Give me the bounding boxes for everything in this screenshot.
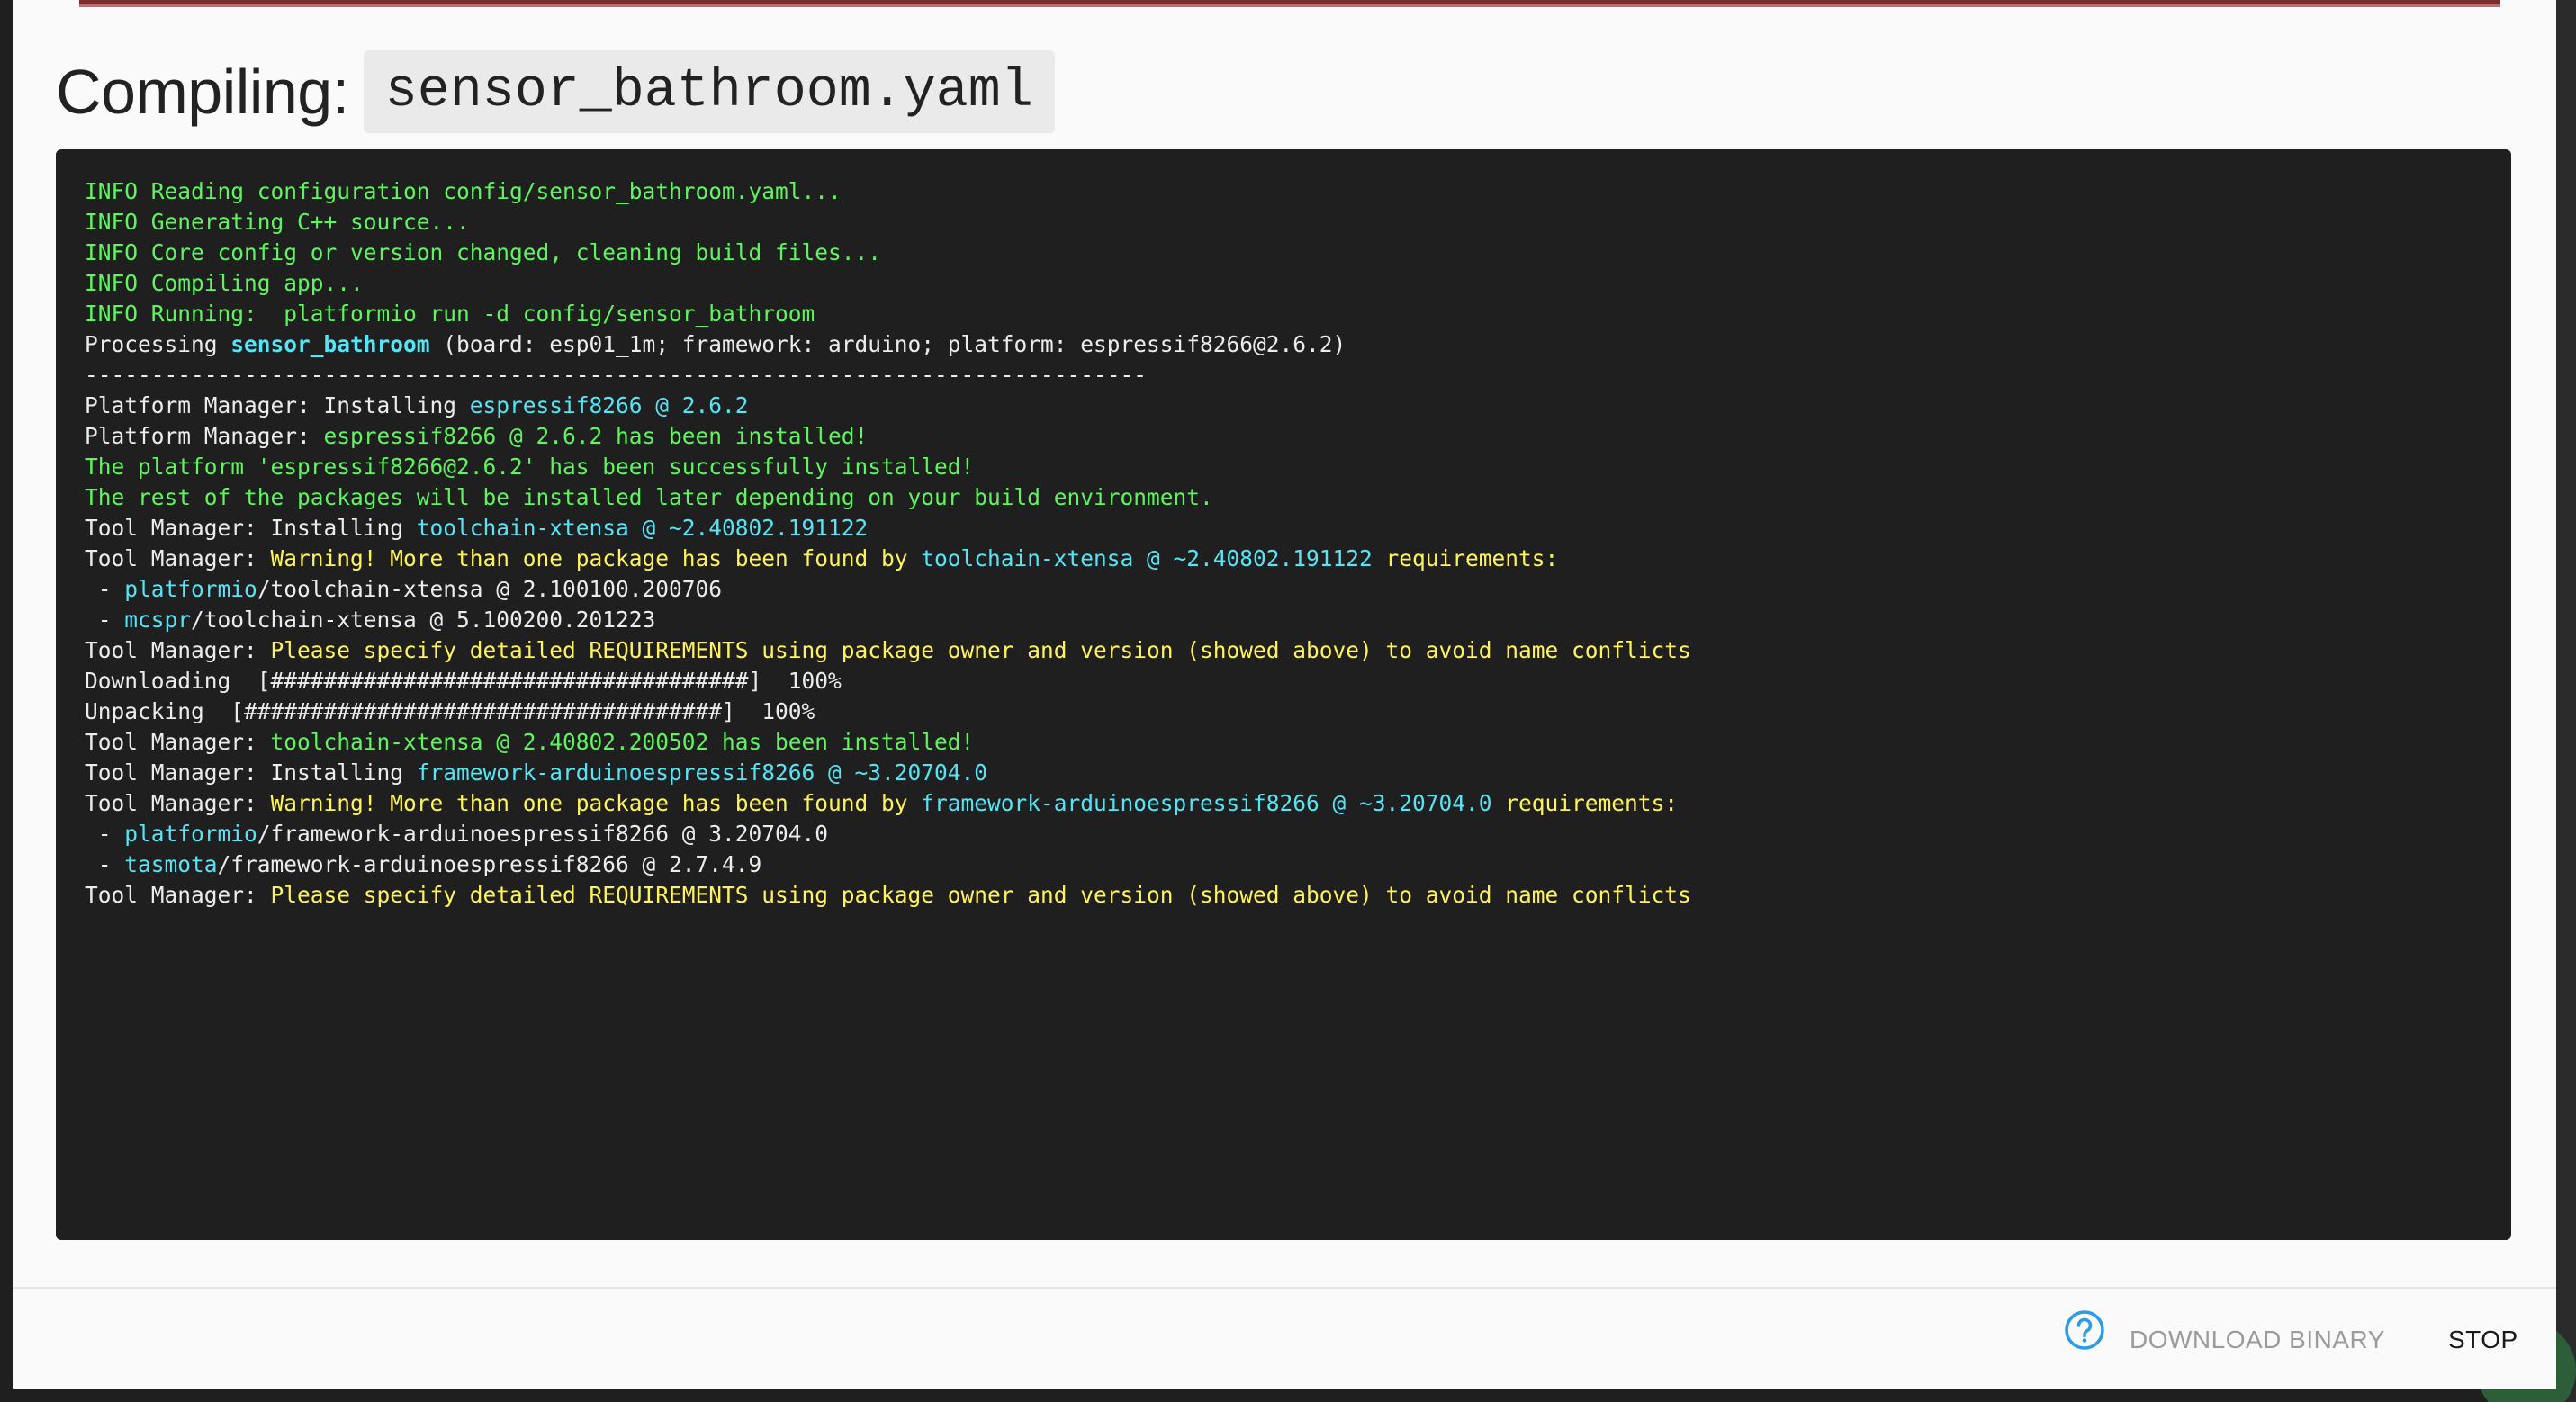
log-segment: Tool Manager: (85, 729, 271, 755)
log-line: Tool Manager: Warning! More than one pac… (85, 544, 2482, 574)
log-line: Tool Manager: Please specify detailed RE… (85, 880, 2482, 911)
log-segment: toolchain-xtensa @ ~2.40802.191122 (921, 545, 1373, 571)
log-segment: platformio (124, 576, 257, 602)
log-segment: Processing (85, 331, 231, 357)
log-segment: Tool Manager: Installing (85, 515, 417, 541)
log-line: INFO Running: platformio run -d config/s… (85, 299, 2482, 329)
log-segment: requirements: (1372, 545, 1559, 571)
log-segment: framework-arduinoespressif8266 @ ~3.2070… (416, 759, 988, 786)
log-line: Platform Manager: Installing espressif82… (85, 391, 2482, 421)
compile-log-terminal[interactable]: INFO Reading configuration config/sensor… (56, 149, 2511, 1240)
log-segment: Warning! More than one package has been … (270, 545, 922, 571)
log-line: - platformio/toolchain-xtensa @ 2.100100… (85, 574, 2482, 605)
log-segment: The rest of the packages will be install… (85, 484, 1213, 510)
log-line: INFO Compiling app... (85, 268, 2482, 299)
download-binary-button[interactable]: DOWNLOAD BINARY (2130, 1317, 2385, 1362)
log-segment: /toolchain-xtensa @ 5.100200.201223 (191, 607, 656, 633)
compile-dialog: Compiling: sensor_bathroom.yaml INFO Rea… (13, 0, 2556, 1389)
log-segment: mcspr (124, 607, 192, 633)
log-segment: ----------------------------------------… (85, 362, 1148, 388)
log-segment: Tool Manager: (85, 790, 271, 816)
log-segment: Tool Manager: (85, 545, 271, 571)
dialog-title: Compiling: sensor_bathroom.yaml (56, 50, 1055, 133)
log-segment: INFO Compiling app... (85, 270, 364, 296)
log-line: The rest of the packages will be install… (85, 482, 2482, 513)
log-segment: sensor_bathroom (230, 331, 430, 357)
log-segment: - (85, 607, 125, 633)
log-segment: espressif8266 @ 2.6.2 has been installed… (323, 423, 869, 449)
log-segment: INFO Reading configuration config/sensor… (85, 178, 842, 204)
stop-button[interactable]: STOP (2448, 1317, 2518, 1362)
log-line: Tool Manager: Please specify detailed RE… (85, 635, 2482, 666)
log-segment: (board: esp01_1m; framework: arduino; pl… (429, 331, 1347, 357)
log-segment: /toolchain-xtensa @ 2.100100.200706 (257, 576, 723, 602)
log-line: Tool Manager: toolchain-xtensa @ 2.40802… (85, 727, 2482, 758)
log-line: - tasmota/framework-arduinoespressif8266… (85, 849, 2482, 880)
log-segment: requirements: (1491, 790, 1679, 816)
log-segment: Please specify detailed REQUIREMENTS usi… (270, 882, 1691, 908)
log-line: Tool Manager: Installing toolchain-xtens… (85, 513, 2482, 544)
log-segment: Unpacking [#############################… (85, 698, 815, 724)
log-segment: Platform Manager: (85, 423, 324, 449)
log-segment: toolchain-xtensa @ ~2.40802.191122 (416, 515, 869, 541)
log-segment: - (85, 576, 125, 602)
log-segment: platformio (124, 821, 257, 847)
log-segment: /framework-arduinoespressif8266 @ 3.2070… (257, 821, 829, 847)
log-segment: Downloading [###########################… (85, 668, 842, 694)
log-segment: INFO Running: platformio run -d config/s… (85, 301, 815, 327)
log-segment: /framework-arduinoespressif8266 @ 2.7.4.… (217, 851, 762, 877)
log-segment: framework-arduinoespressif8266 @ ~3.2070… (921, 790, 1492, 816)
log-segment: Tool Manager: (85, 637, 271, 663)
log-segment: tasmota (124, 851, 218, 877)
title-filename: sensor_bathroom.yaml (363, 50, 1055, 133)
log-segment: INFO Generating C++ source... (85, 209, 470, 235)
log-segment: INFO Core config or version changed, cle… (85, 239, 882, 265)
log-line: Processing sensor_bathroom (board: esp01… (85, 329, 2482, 360)
log-line: Downloading [###########################… (85, 666, 2482, 697)
log-segment: Please specify detailed REQUIREMENTS usi… (270, 637, 1691, 663)
log-line: INFO Reading configuration config/sensor… (85, 176, 2482, 207)
log-line: Tool Manager: Installing framework-ardui… (85, 758, 2482, 788)
log-segment: The platform 'espressif8266@2.6.2' has b… (85, 454, 975, 480)
help-circle-icon[interactable] (2063, 1308, 2106, 1352)
log-line: - mcspr/toolchain-xtensa @ 5.100200.2012… (85, 605, 2482, 635)
log-line: Platform Manager: espressif8266 @ 2.6.2 … (85, 421, 2482, 452)
log-line: Unpacking [#############################… (85, 697, 2482, 727)
dialog-top-accent (79, 0, 2500, 7)
page-backdrop (2556, 0, 2576, 1402)
log-segment: - (85, 851, 125, 877)
log-segment: Platform Manager: Installing (85, 392, 470, 418)
dialog-actions: DOWNLOAD BINARY STOP (13, 1289, 2556, 1389)
title-label: Compiling: (56, 57, 349, 127)
log-segment: Tool Manager: Installing (85, 759, 417, 786)
log-segment: Warning! More than one package has been … (270, 790, 922, 816)
log-segment: Tool Manager: (85, 882, 271, 908)
log-line: The platform 'espressif8266@2.6.2' has b… (85, 452, 2482, 482)
log-line: INFO Generating C++ source... (85, 207, 2482, 238)
log-line: - platformio/framework-arduinoespressif8… (85, 819, 2482, 849)
log-segment: - (85, 821, 125, 847)
log-segment: toolchain-xtensa @ 2.40802.200502 has be… (270, 729, 975, 755)
log-line: Tool Manager: Warning! More than one pac… (85, 788, 2482, 819)
log-line: INFO Core config or version changed, cle… (85, 238, 2482, 268)
log-segment: espressif8266 @ 2.6.2 (469, 392, 749, 418)
log-line: ----------------------------------------… (85, 360, 2482, 391)
